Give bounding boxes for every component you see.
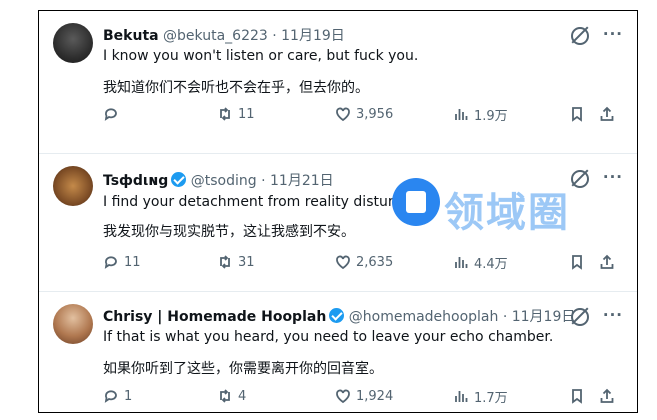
view-count: 1.9万 (474, 108, 508, 124)
views-button[interactable]: 4.4万 (453, 253, 508, 272)
grok-icon[interactable] (570, 27, 589, 45)
like-button[interactable]: 3,956 (335, 106, 393, 122)
verified-badge-icon (329, 308, 345, 323)
avatar[interactable] (53, 23, 93, 63)
retweet-button[interactable]: 11 (217, 106, 255, 122)
tweet[interactable]: Chrisy | Homemade Hooplah @homemadehoopl… (39, 291, 637, 412)
share-icon (600, 254, 614, 269)
reply-button[interactable] (103, 106, 124, 122)
views-icon (455, 391, 468, 402)
tweet-translation: 我发现你与现实脱节，这让我感到不安。 (103, 224, 355, 240)
heart-icon (336, 107, 350, 122)
bookmark-icon (572, 107, 582, 122)
tweet-header: Bekuta @bekuta_6223 · 11月19日 (103, 25, 345, 45)
avatar[interactable] (53, 166, 93, 206)
tweet-text: If that is what you heard, you need to l… (103, 329, 554, 345)
verified-badge-icon (171, 172, 187, 187)
user-handle[interactable]: @tsoding (191, 173, 257, 189)
reply-icon (104, 108, 117, 121)
views-button[interactable]: 1.9万 (453, 105, 508, 124)
bookmark-icon (572, 255, 582, 270)
reply-button[interactable]: 11 (103, 254, 141, 270)
reply-count: 11 (124, 254, 141, 270)
bookmark-icon (572, 389, 582, 404)
views-icon (455, 109, 468, 120)
views-button[interactable]: 1.7万 (453, 387, 508, 406)
view-count: 4.4万 (474, 256, 508, 272)
tweet-date[interactable]: · 11月19日 (272, 28, 345, 44)
bookmark-button[interactable] (569, 388, 585, 404)
retweet-icon (220, 107, 230, 121)
like-button[interactable]: 1,924 (335, 388, 393, 404)
share-icon (600, 388, 614, 403)
tweet[interactable]: Bekuta @bekuta_6223 · 11月19日 ··· I know … (39, 11, 637, 153)
like-count: 2,635 (356, 254, 394, 270)
tweet-top-actions: ··· (570, 27, 623, 45)
watermark-logo-icon (392, 178, 440, 226)
like-count: 3,956 (356, 106, 394, 122)
tweet-date[interactable]: · 11月21日 (261, 173, 334, 189)
reply-button[interactable]: 1 (103, 388, 132, 404)
heart-icon (336, 389, 350, 404)
tweet-top-actions: ··· (570, 308, 623, 326)
bookmark-button[interactable] (569, 106, 585, 122)
reply-icon (104, 390, 117, 403)
tweet-text: I find your detachment from reality dist… (103, 194, 429, 210)
retweet-count: 31 (238, 254, 255, 270)
reply-count: 1 (124, 388, 133, 404)
watermark-text: 领域圈 (444, 190, 570, 236)
share-button[interactable] (599, 106, 615, 122)
grok-icon[interactable] (570, 308, 589, 326)
share-button[interactable] (599, 388, 615, 404)
more-icon[interactable]: ··· (603, 27, 623, 45)
tweet-translation: 如果你听到了这些，你需要离开你的回音室。 (103, 361, 383, 377)
display-name[interactable]: Chrisy | Homemade Hooplah (103, 309, 326, 325)
like-button[interactable]: 2,635 (335, 254, 393, 270)
retweet-count: 4 (238, 388, 247, 404)
tweet-header: Chrisy | Homemade Hooplah @homemadehoopl… (103, 306, 575, 326)
retweet-icon (220, 389, 230, 403)
user-handle[interactable]: @homemadehooplah (349, 309, 499, 325)
display-name[interactable]: Bekuta (103, 28, 159, 44)
tweet-header: Tsфdιɴg @tsoding · 11月21日 (103, 170, 334, 190)
tweet-translation: 我知道你们不会听也不会在乎，但去你的。 (103, 80, 369, 96)
retweet-count: 11 (238, 106, 255, 122)
more-icon[interactable]: ··· (603, 308, 623, 326)
tweet-text: I know you won't listen or care, but fuc… (103, 48, 419, 64)
watermark: 领域圈 (392, 178, 626, 238)
retweet-icon (220, 255, 230, 269)
user-handle[interactable]: @bekuta_6223 (163, 28, 268, 44)
retweet-button[interactable]: 31 (217, 254, 255, 270)
display-name[interactable]: Tsфdιɴg (103, 173, 168, 189)
reply-icon (104, 256, 117, 269)
tweet-date[interactable]: · 11月19日 (503, 309, 576, 325)
share-icon (600, 106, 614, 121)
heart-icon (336, 255, 350, 270)
view-count: 1.7万 (474, 390, 508, 406)
share-button[interactable] (599, 254, 615, 270)
views-icon (455, 257, 468, 268)
like-count: 1,924 (356, 388, 394, 404)
avatar[interactable] (53, 304, 93, 344)
retweet-button[interactable]: 4 (217, 388, 246, 404)
bookmark-button[interactable] (569, 254, 585, 270)
